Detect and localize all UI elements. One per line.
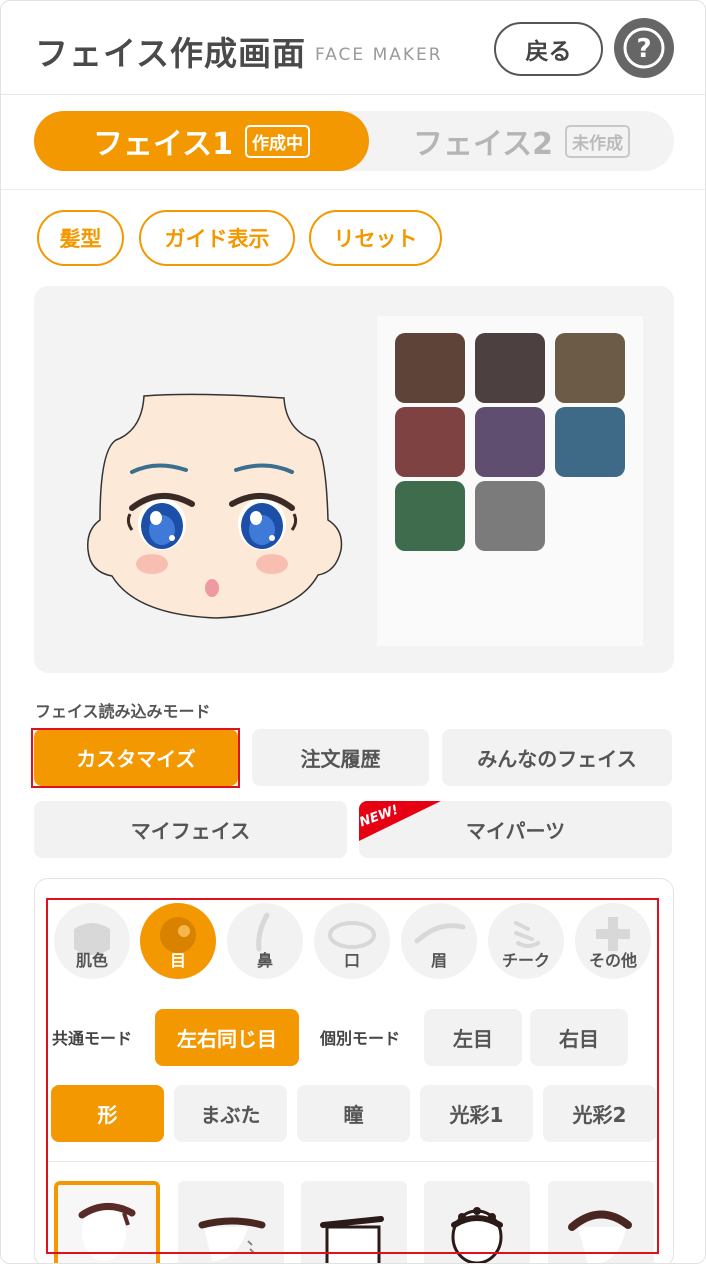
tab-shape[interactable]: 形 — [51, 1085, 164, 1142]
app-frame: フェイス作成画面 FACE MAKER 戻る ? フェイス1 作成中 フェイス2… — [0, 0, 706, 1264]
eye-shape-option[interactable] — [178, 1181, 284, 1263]
eye-shape-thumbnail — [198, 1217, 266, 1261]
tab-eyelid[interactable]: まぶた — [174, 1085, 287, 1142]
tab-iris-1[interactable]: 光彩1 — [420, 1085, 533, 1142]
new-badge: NEW! — [359, 801, 441, 841]
category-nose-label: 鼻 — [256, 951, 273, 970]
color-swatch[interactable] — [475, 333, 545, 403]
order-history-button[interactable]: 注文履歴 — [252, 729, 429, 786]
divider — [1, 189, 705, 190]
tab-iris-2[interactable]: 光彩2 — [543, 1085, 656, 1142]
color-swatch[interactable] — [395, 333, 465, 403]
load-mode-label: フェイス読み込みモード — [35, 702, 211, 721]
eye-shape-option[interactable] — [301, 1181, 407, 1263]
category-eye-label: 目 — [169, 951, 186, 970]
page-title: フェイス作成画面 — [35, 34, 307, 73]
category-skin-label: 肌色 — [75, 951, 108, 970]
help-button[interactable]: ? — [614, 18, 674, 78]
common-mode-label: 共通モード — [52, 1029, 133, 1048]
individual-mode-label: 個別モード — [320, 1029, 401, 1048]
category-mouth-label: 口 — [343, 951, 360, 970]
color-swatch[interactable] — [475, 407, 545, 477]
category-other[interactable]: その他 — [575, 903, 651, 979]
reset-button[interactable]: リセット — [309, 210, 442, 266]
eye-shape-thumbnail — [78, 1203, 136, 1261]
right-eye-button[interactable]: 右目 — [530, 1009, 628, 1066]
color-swatch[interactable] — [555, 333, 625, 403]
tab-face-2-badge: 未作成 — [564, 124, 630, 158]
tab-face-2[interactable]: フェイス2 未作成 — [369, 111, 674, 171]
color-swatch[interactable] — [395, 481, 465, 551]
eye-shape-option[interactable] — [548, 1181, 654, 1263]
color-swatch[interactable] — [555, 407, 625, 477]
category-eye[interactable]: 目 — [140, 903, 216, 979]
color-palette — [377, 316, 643, 646]
color-swatch[interactable] — [475, 481, 545, 551]
color-swatch[interactable] — [395, 407, 465, 477]
same-both-eyes-button[interactable]: 左右同じ目 — [155, 1009, 299, 1066]
face-illustration — [87, 393, 343, 619]
category-cheek-label: チーク — [501, 951, 550, 970]
tab-pupil[interactable]: 瞳 — [297, 1085, 410, 1142]
category-eyebrow-label: 眉 — [430, 951, 447, 970]
everyones-faces-button[interactable]: みんなのフェイス — [442, 729, 672, 786]
divider — [48, 1161, 656, 1162]
category-cheek[interactable]: チーク — [488, 903, 564, 979]
help-label: ? — [636, 34, 651, 64]
eye-shape-thumbnail — [320, 1216, 384, 1263]
face-preview — [34, 286, 674, 673]
my-face-button[interactable]: マイフェイス — [34, 801, 347, 858]
face-tabs: フェイス1 作成中 フェイス2 未作成 — [34, 111, 674, 171]
eye-shape-thumbnail — [568, 1210, 632, 1263]
back-button[interactable]: 戻る — [494, 22, 603, 76]
help-icon: ? — [623, 27, 665, 69]
eye-shape-option[interactable] — [54, 1181, 160, 1263]
category-other-label: その他 — [588, 951, 637, 970]
eye-shape-option[interactable] — [424, 1181, 530, 1263]
header: フェイス作成画面 FACE MAKER 戻る ? — [1, 1, 705, 95]
tab-face-2-label: フェイス2 — [413, 127, 553, 162]
category-skin[interactable]: 肌色 — [54, 903, 130, 979]
tab-face-1[interactable]: フェイス1 作成中 — [34, 111, 369, 171]
tab-face-1-label: フェイス1 — [93, 127, 233, 162]
left-eye-button[interactable]: 左目 — [424, 1009, 522, 1066]
guide-display-button[interactable]: ガイド表示 — [139, 210, 295, 266]
category-nose[interactable]: 鼻 — [227, 903, 303, 979]
category-mouth[interactable]: 口 — [314, 903, 390, 979]
page-subtitle: FACE MAKER — [315, 45, 443, 65]
tab-face-1-badge: 作成中 — [244, 124, 310, 158]
hairstyle-button[interactable]: 髪型 — [37, 210, 124, 266]
eye-shape-thumbnail — [451, 1207, 503, 1263]
category-eyebrow[interactable]: 眉 — [401, 903, 477, 979]
customize-button[interactable]: カスタマイズ — [34, 729, 238, 786]
